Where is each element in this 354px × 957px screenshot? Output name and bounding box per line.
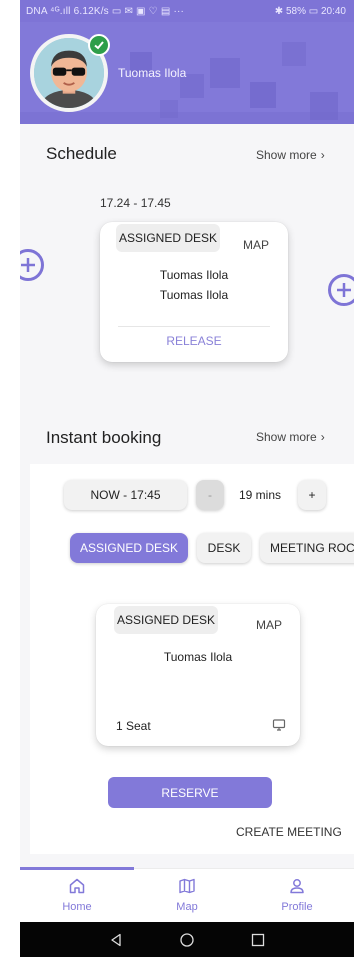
plus-icon bbox=[337, 283, 351, 297]
home-icon bbox=[69, 878, 85, 894]
active-tab-indicator bbox=[20, 867, 134, 870]
schedule-time-range: 17.24 - 17.45 bbox=[100, 196, 171, 210]
schedule-map-link[interactable]: MAP bbox=[243, 238, 269, 252]
nav-profile[interactable]: Profile bbox=[252, 877, 342, 913]
booking-name-primary: Tuomas Ilola bbox=[159, 268, 229, 282]
profile-header: Tuomas Ilola bbox=[20, 22, 354, 124]
filter-meeting-room[interactable]: MEETING ROC bbox=[260, 533, 354, 563]
back-icon[interactable] bbox=[109, 933, 123, 947]
desk-type-tag: ASSIGNED DESK bbox=[114, 606, 218, 634]
decrease-duration-button[interactable]: - bbox=[196, 480, 224, 510]
header-pattern bbox=[20, 112, 354, 124]
map-icon bbox=[179, 878, 195, 894]
nav-map[interactable]: Map bbox=[142, 877, 232, 913]
status-bar: DNA ⁴ᴳ.ıll 6.12K/s ▭ ✉ ▣ ♡ ▤ ··· ✱ 58% ▭… bbox=[20, 0, 354, 22]
plus-icon bbox=[21, 258, 35, 272]
chevron-right-icon: › bbox=[320, 148, 325, 162]
instant-booking-show-more-label: Show more bbox=[256, 430, 317, 444]
chevron-right-icon: › bbox=[320, 430, 325, 444]
release-button[interactable]: RELEASE bbox=[100, 334, 288, 348]
instant-booking-show-more-link[interactable]: Show more › bbox=[256, 430, 325, 444]
card-divider bbox=[118, 326, 270, 327]
booking-name-secondary: Tuomas Ilola bbox=[159, 288, 229, 302]
filter-desk[interactable]: DESK bbox=[197, 533, 251, 563]
time-range-selector[interactable]: NOW - 17:45 bbox=[64, 480, 187, 510]
monitor-icon bbox=[272, 719, 286, 731]
desk-type-tag: ASSIGNED DESK bbox=[116, 224, 220, 252]
header-pattern bbox=[210, 58, 240, 88]
instant-booking-desk-card[interactable]: ASSIGNED DESK MAP Tuomas Ilola 1 Seat bbox=[96, 604, 300, 746]
status-bar-right: ✱ 58% ▭ 20:40 bbox=[274, 5, 346, 17]
add-booking-left-button[interactable] bbox=[20, 249, 44, 281]
profile-icon bbox=[290, 879, 304, 894]
instant-booking-title: Instant booking bbox=[46, 428, 162, 447]
schedule-show-more-link[interactable]: Show more › bbox=[256, 148, 325, 162]
duration-value: 19 mins bbox=[239, 488, 282, 502]
schedule-title: Schedule bbox=[46, 144, 117, 163]
increase-duration-button[interactable]: + bbox=[298, 480, 326, 510]
header-username: Tuomas Ilola bbox=[118, 66, 187, 80]
nav-home-label: Home bbox=[62, 901, 92, 913]
app-screen: DNA ⁴ᴳ.ıll 6.12K/s ▭ ✉ ▣ ♡ ▤ ··· ✱ 58% ▭… bbox=[20, 0, 354, 957]
reserve-button[interactable]: RESERVE bbox=[108, 777, 272, 808]
nav-home[interactable]: Home bbox=[32, 877, 122, 913]
recents-icon[interactable] bbox=[251, 933, 265, 947]
home-circle-icon[interactable] bbox=[180, 932, 194, 947]
schedule-show-more-label: Show more bbox=[256, 148, 317, 162]
seat-count: 1 Seat bbox=[116, 719, 151, 733]
filter-assigned-desk[interactable]: ASSIGNED DESK bbox=[70, 533, 188, 563]
bottom-navigation: Home Map Profile bbox=[20, 867, 354, 922]
schedule-booking-card[interactable]: ASSIGNED DESK MAP Tuomas Ilola Tuomas Il… bbox=[100, 222, 288, 362]
system-navigation-bar bbox=[20, 922, 354, 957]
status-bar-left: DNA ⁴ᴳ.ıll 6.12K/s ▭ ✉ ▣ ♡ ▤ ··· bbox=[26, 5, 185, 17]
header-pattern bbox=[250, 82, 276, 108]
create-meeting-link[interactable]: CREATE MEETING bbox=[236, 825, 342, 839]
nav-profile-label: Profile bbox=[281, 901, 313, 913]
verified-check-icon bbox=[88, 34, 110, 56]
desk-owner-name: Tuomas Ilola bbox=[163, 650, 233, 664]
nav-map-label: Map bbox=[176, 901, 198, 913]
instant-map-link[interactable]: MAP bbox=[256, 618, 282, 632]
header-pattern bbox=[282, 42, 306, 66]
add-booking-right-button[interactable] bbox=[328, 274, 354, 306]
